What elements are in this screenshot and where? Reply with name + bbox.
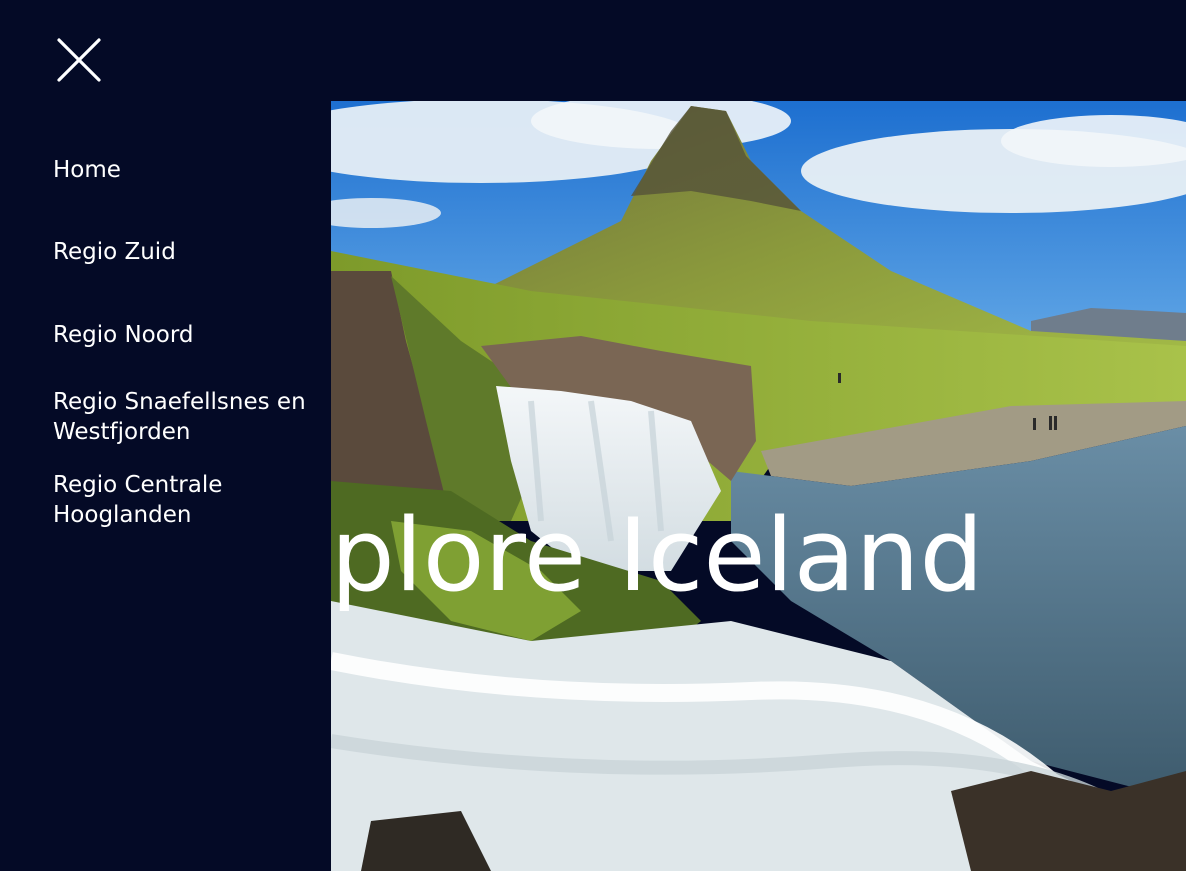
hero-section: Explore Iceland [331, 101, 1186, 871]
close-menu-button[interactable] [56, 37, 102, 83]
hero-title-text: Explore Iceland [331, 496, 984, 614]
hero-title: Explore Iceland [331, 495, 1186, 615]
close-icon [57, 38, 101, 82]
nav-item-regio-zuid[interactable]: Regio Zuid [53, 237, 313, 267]
side-navigation-menu: Home Regio Zuid Regio Noord Regio Snaefe… [0, 101, 331, 871]
nav-item-regio-noord[interactable]: Regio Noord [53, 320, 313, 350]
top-bar [0, 0, 1186, 101]
nav-item-regio-snaefellsnes[interactable]: Regio Snaefellsnes en Westfjorden [53, 387, 313, 447]
hero-image [331, 101, 1186, 871]
nav-item-home[interactable]: Home [53, 155, 313, 185]
nav-item-regio-centrale-hooglanden[interactable]: Regio Centrale Hooglanden [53, 470, 313, 530]
